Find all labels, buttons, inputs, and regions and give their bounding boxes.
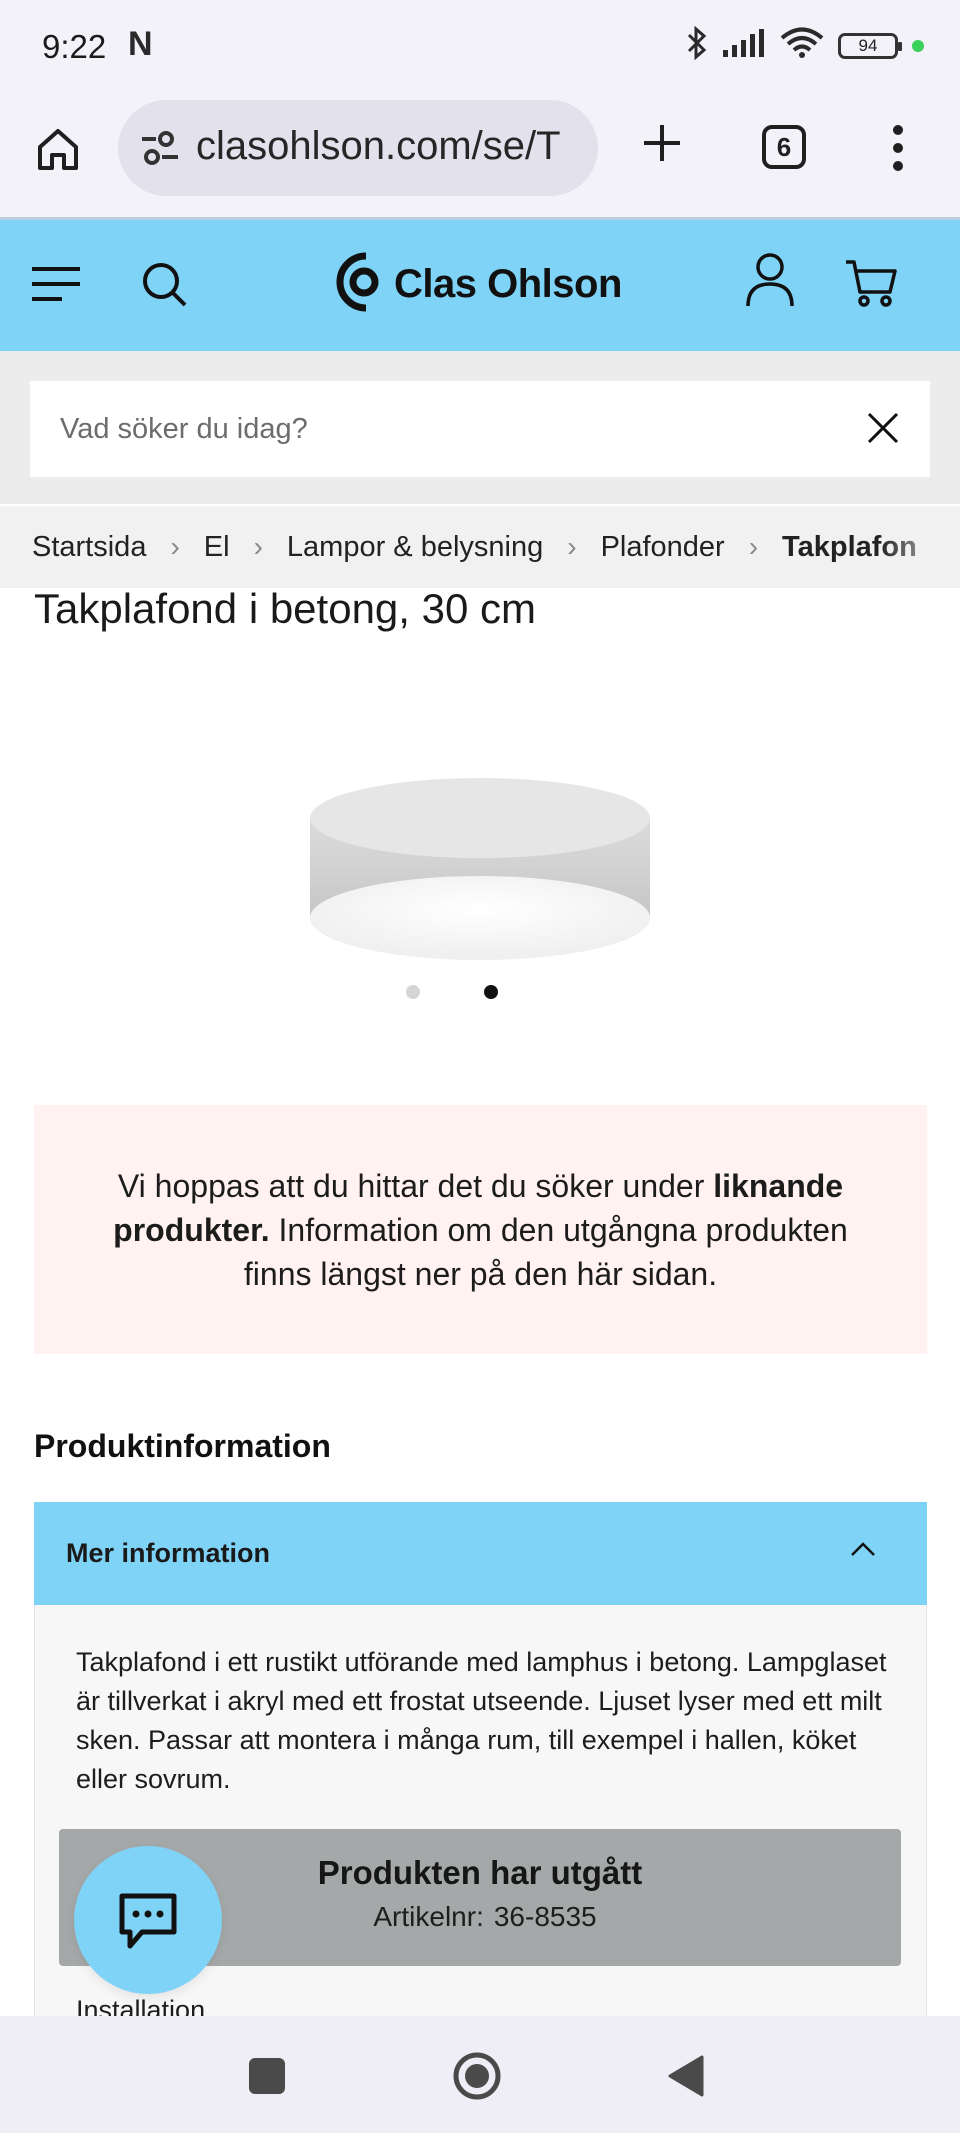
search-area bbox=[0, 351, 960, 504]
address-bar[interactable]: clasohlson.com/se/T bbox=[118, 100, 598, 196]
cart-icon[interactable] bbox=[844, 258, 898, 313]
breadcrumb-fade bbox=[880, 506, 960, 588]
url-text[interactable]: clasohlson.com/se/T bbox=[196, 124, 561, 169]
breadcrumb-item-el[interactable]: El bbox=[204, 531, 230, 564]
tab-switcher-button[interactable]: 6 bbox=[762, 125, 806, 169]
notice-text-before: Vi hoppas att du hittar det du söker und… bbox=[117, 1167, 705, 1204]
chat-button[interactable] bbox=[74, 1846, 222, 1994]
clas-ohlson-logo[interactable]: Clas Ohlson bbox=[332, 250, 622, 319]
status-icons: 94 bbox=[686, 25, 924, 65]
recents-button[interactable] bbox=[249, 2058, 285, 2094]
site-settings-icon[interactable] bbox=[140, 130, 180, 171]
product-description: Takplafond i ett rustikt utförande med l… bbox=[76, 1647, 887, 1794]
netflix-notification-icon: N bbox=[128, 25, 153, 63]
signal-icon bbox=[722, 28, 766, 63]
browser-toolbar: clasohlson.com/se/T 6 bbox=[0, 95, 960, 220]
chat-icon bbox=[116, 1890, 180, 1957]
more-options-icon[interactable] bbox=[890, 123, 906, 178]
wifi-icon bbox=[780, 27, 824, 64]
privacy-indicator-dot bbox=[912, 39, 924, 52]
article-number: 36-8535 bbox=[493, 1901, 597, 1932]
breadcrumb: Startsida › El › Lampor & belysning › Pl… bbox=[0, 506, 960, 588]
search-input[interactable] bbox=[60, 407, 820, 451]
brand-name: Clas Ohlson bbox=[394, 262, 622, 306]
home-button[interactable] bbox=[452, 2051, 502, 2106]
chevron-right-icon: › bbox=[253, 531, 263, 562]
clear-search-icon[interactable] bbox=[866, 411, 900, 450]
system-navigation-bar bbox=[0, 2016, 960, 2133]
discontinued-notice: Vi hoppas att du hittar det du söker und… bbox=[34, 1105, 927, 1354]
breadcrumb-item-plafonder[interactable]: Plafonder bbox=[601, 531, 725, 564]
status-bar: 9:22 N 94 bbox=[0, 0, 960, 95]
chevron-right-icon: › bbox=[567, 531, 577, 562]
accordion-label: Mer information bbox=[66, 1538, 271, 1568]
search-field[interactable] bbox=[30, 381, 930, 477]
chevron-right-icon: › bbox=[748, 531, 759, 562]
carousel-dot-active[interactable] bbox=[484, 985, 498, 999]
section-heading-produktinformation: Produktinformation bbox=[34, 1428, 331, 1464]
menu-icon[interactable] bbox=[30, 264, 82, 309]
notice-text: Vi hoppas att du hittar det du söker und… bbox=[104, 1164, 857, 1296]
carousel-dot[interactable] bbox=[406, 985, 420, 999]
status-time: 9:22 bbox=[42, 28, 107, 65]
site-header: Clas Ohlson bbox=[0, 220, 960, 351]
product-image[interactable] bbox=[300, 758, 660, 983]
back-button[interactable] bbox=[666, 2054, 706, 2103]
search-icon[interactable] bbox=[140, 260, 188, 313]
home-icon[interactable] bbox=[34, 125, 82, 178]
account-icon[interactable] bbox=[744, 252, 796, 313]
chevron-right-icon: › bbox=[170, 531, 180, 562]
article-number-label: Artikelnr: bbox=[373, 1901, 484, 1932]
page-title: Takplafond i betong, 30 cm bbox=[34, 585, 536, 632]
logo-mark-icon bbox=[332, 250, 384, 319]
accordion-mer-information[interactable]: Mer information bbox=[34, 1502, 927, 1605]
breadcrumb-item-startsida[interactable]: Startsida bbox=[32, 531, 146, 564]
carousel-dots bbox=[406, 985, 498, 999]
notice-text-after: Information om den utgångna produkten fi… bbox=[243, 1211, 848, 1292]
new-tab-icon[interactable] bbox=[638, 119, 686, 172]
chevron-up-icon bbox=[849, 1540, 877, 1563]
bluetooth-icon bbox=[686, 25, 708, 65]
battery-icon: 94 bbox=[838, 32, 902, 59]
breadcrumb-item-lampor[interactable]: Lampor & belysning bbox=[287, 531, 543, 564]
